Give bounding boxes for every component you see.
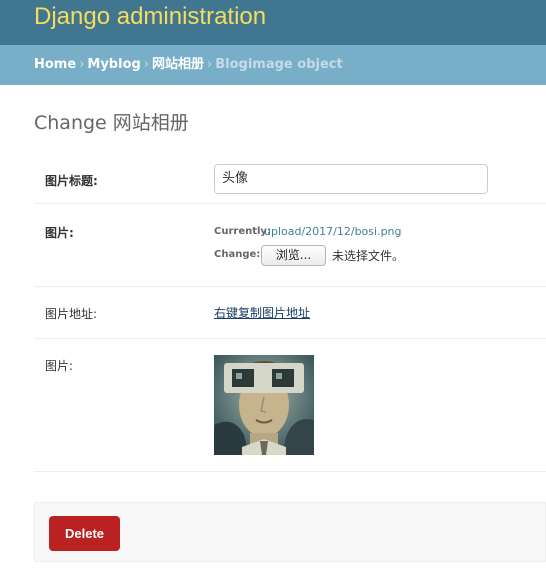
page-title: Change 网站相册 xyxy=(34,112,189,134)
delete-button[interactable]: Delete xyxy=(49,516,120,551)
breadcrumb-separator: › xyxy=(79,57,85,72)
breadcrumb-app-link[interactable]: Myblog xyxy=(87,57,140,72)
copy-image-url-link[interactable]: 右键复制图片地址 xyxy=(214,304,310,321)
current-file-link[interactable]: upload/2017/12/bosi.png xyxy=(264,225,402,238)
breadcrumb-model-link[interactable]: 网站相册 xyxy=(152,57,204,72)
breadcrumb: Home › Myblog › 网站相册 › Blogimage object xyxy=(0,45,546,85)
breadcrumb-current: Blogimage object xyxy=(215,57,343,72)
currently-label: Currently: xyxy=(214,226,271,237)
breadcrumb-separator: › xyxy=(143,57,150,72)
admin-header: Django administration xyxy=(0,0,546,45)
site-branding-link[interactable]: Django administration xyxy=(34,3,266,31)
title-field-label: 图片标题: xyxy=(45,174,98,188)
no-file-selected-text: 未选择文件。 xyxy=(332,249,405,263)
breadcrumb-separator: › xyxy=(207,57,213,72)
breadcrumb-home-link[interactable]: Home xyxy=(34,57,76,72)
browse-file-button[interactable]: 浏览... xyxy=(261,245,326,266)
url-field-label: 图片地址: xyxy=(45,307,98,321)
preview-field-label: 图片: xyxy=(45,359,74,373)
change-label: Change: xyxy=(214,249,261,260)
image-field-label: 图片: xyxy=(45,226,74,240)
title-input[interactable]: 头像 xyxy=(214,164,488,194)
submit-row: Delete xyxy=(34,502,546,562)
image-preview xyxy=(214,355,314,455)
